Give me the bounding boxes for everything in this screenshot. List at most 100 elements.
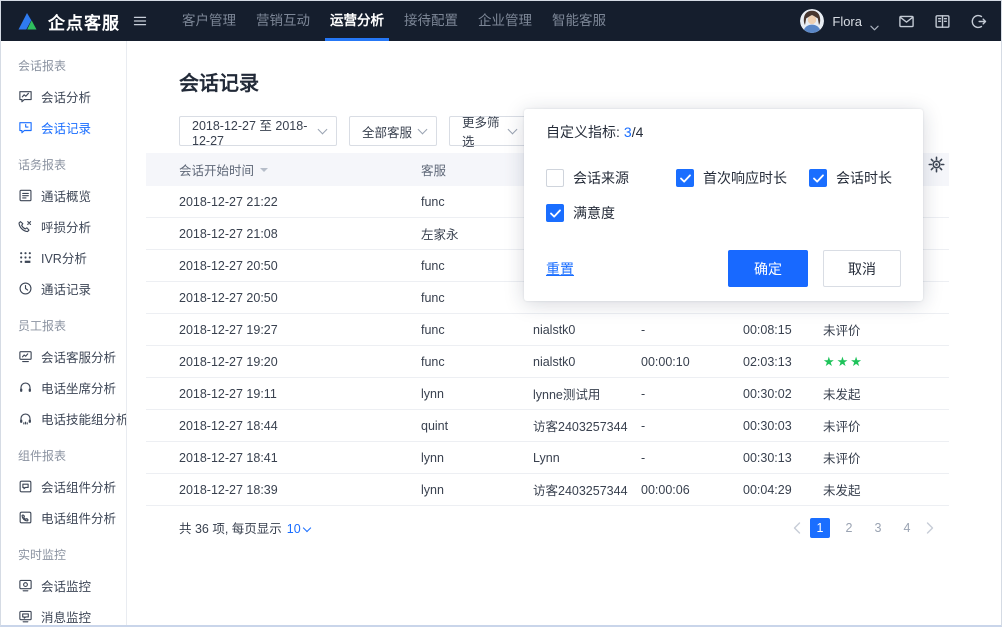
pagination: 1234 — [793, 518, 934, 538]
page-number-3[interactable]: 3 — [868, 518, 888, 538]
sidebar-item[interactable]: 呼损分析 — [1, 211, 126, 242]
nav-item-4[interactable]: 接待配置 — [397, 1, 465, 41]
column-header-start-time[interactable]: 会话开始时间 — [146, 160, 421, 179]
checkbox-checked-icon[interactable] — [676, 169, 694, 187]
table-cell: func — [421, 323, 533, 337]
metric-checkbox-item[interactable]: 满意度 — [546, 203, 676, 223]
sidebar-item-label: 会话记录 — [41, 118, 91, 137]
ivr-icon — [18, 250, 33, 265]
checkbox-unchecked-icon[interactable] — [546, 169, 564, 187]
sidebar-item[interactable]: 电话技能组分析 — [1, 403, 126, 434]
nav-item-5[interactable]: 企业管理 — [471, 1, 539, 41]
avatar — [800, 9, 824, 33]
table-footer: 共 36 项, 每页显示10 1234 — [146, 506, 949, 549]
metric-checkbox-label: 会话来源 — [573, 168, 629, 188]
table-cell: 2018-12-27 21:08 — [146, 227, 421, 241]
table-cell: - — [641, 451, 743, 465]
logout-icon[interactable] — [970, 13, 987, 30]
sidebar-item[interactable]: 会话分析 — [1, 81, 126, 112]
table-cell: 2018-12-27 19:11 — [146, 387, 421, 401]
sidebar-item[interactable]: 通话记录 — [1, 273, 126, 304]
table-cell: Lynn — [533, 451, 641, 465]
table-cell: - — [641, 419, 743, 433]
chevron-down-icon[interactable] — [302, 524, 310, 532]
popover-footer: 重置 确定 取消 — [546, 250, 901, 287]
table-cell: 2018-12-27 20:50 — [146, 291, 421, 305]
table-cell: lynn — [421, 387, 533, 401]
checkbox-checked-icon[interactable] — [809, 169, 827, 187]
sidebar-item-label: 通话概览 — [41, 186, 91, 205]
table-row: 2018-12-27 18:44quint访客2403257344-00:30:… — [146, 410, 949, 442]
agent-select-value: 全部客服 — [362, 122, 412, 141]
metric-checkbox-label: 满意度 — [573, 203, 615, 223]
table-cell: 00:30:02 — [743, 387, 823, 401]
reset-link[interactable]: 重置 — [546, 259, 574, 279]
metric-checkbox-item[interactable]: 会话来源 — [546, 168, 676, 188]
nav-item-3[interactable]: 运营分析 — [323, 1, 391, 41]
next-page-icon[interactable] — [926, 522, 934, 534]
page-number-2[interactable]: 2 — [839, 518, 859, 538]
table-cell: func — [421, 355, 533, 369]
sidebar-item[interactable]: 通话概览 — [1, 180, 126, 211]
address-book-icon[interactable] — [934, 13, 951, 30]
message-monitor-icon — [18, 609, 33, 624]
metric-checkbox-item[interactable]: 会话时长 — [809, 168, 892, 188]
metric-checkbox-item[interactable]: 首次响应时长 — [676, 168, 809, 188]
table-cell: 00:00:06 — [641, 483, 743, 497]
mail-icon[interactable] — [898, 13, 915, 30]
phone-component-icon — [18, 510, 33, 525]
sidebar-section-title: 员工报表 — [1, 304, 126, 341]
table-cell: 2018-12-27 21:22 — [146, 195, 421, 209]
table-cell: - — [641, 323, 743, 337]
sidebar-item[interactable]: 消息监控 — [1, 601, 126, 626]
table-cell: - — [641, 387, 743, 401]
column-settings-gear-icon[interactable] — [928, 156, 945, 173]
sidebar-item[interactable]: 会话组件分析 — [1, 471, 126, 502]
satisfaction-cell: 未发起 — [823, 480, 949, 499]
sidebar-section-title: 组件报表 — [1, 434, 126, 471]
sidebar-item[interactable]: IVR分析 — [1, 242, 126, 273]
sidebar-section: 话务报表通话概览呼损分析IVR分析通话记录 — [1, 143, 126, 304]
table-cell: func — [421, 291, 533, 305]
nav-item-2[interactable]: 营销互动 — [249, 1, 317, 41]
sidebar-item[interactable]: 会话客服分析 — [1, 341, 126, 372]
chat-agent-icon — [18, 349, 33, 364]
page-number-1[interactable]: 1 — [810, 518, 830, 538]
sidebar-item[interactable]: 会话监控 — [1, 570, 126, 601]
sidebar-item[interactable]: 会话记录 — [1, 112, 126, 143]
table-cell: 2018-12-27 20:50 — [146, 259, 421, 273]
table-cell: 00:04:29 — [743, 483, 823, 497]
popover-title: 自定义指标:3/4 — [546, 122, 901, 142]
column-header-label: 会话开始时间 — [179, 160, 254, 179]
nav-item-1[interactable]: 客户管理 — [175, 1, 243, 41]
app-logo[interactable]: 企点客服 — [17, 9, 120, 34]
sidebar-section: 员工报表会话客服分析电话坐席分析电话技能组分析 — [1, 304, 126, 434]
sidebar-item[interactable]: 电话组件分析 — [1, 502, 126, 533]
satisfaction-stars: ★★★ — [823, 354, 864, 369]
chevron-down-icon — [870, 18, 879, 24]
table-cell: 02:03:13 — [743, 355, 823, 369]
date-range-select[interactable]: 2018-12-27 至 2018-12-27 — [179, 116, 337, 146]
previous-page-icon[interactable] — [793, 522, 801, 534]
user-menu[interactable]: Flora — [800, 9, 879, 33]
nav-item-6[interactable]: 智能客服 — [545, 1, 613, 41]
checkbox-checked-icon[interactable] — [546, 204, 564, 222]
confirm-button[interactable]: 确定 — [728, 250, 808, 287]
sidebar-item[interactable]: 电话坐席分析 — [1, 372, 126, 403]
sidebar-item-label: 会话监控 — [41, 576, 91, 595]
page-number-4[interactable]: 4 — [897, 518, 917, 538]
cancel-button[interactable]: 取消 — [823, 250, 901, 287]
sidebar-item-label: 电话技能组分析 — [41, 409, 127, 428]
more-filters-select[interactable]: 更多筛选 — [449, 116, 527, 146]
table-cell: 2018-12-27 19:27 — [146, 323, 421, 337]
chevron-down-icon — [418, 125, 428, 135]
table-cell: lynn — [421, 483, 533, 497]
hamburger-menu-icon[interactable] — [132, 13, 148, 29]
table-cell: 2018-12-27 18:41 — [146, 451, 421, 465]
page-size-select[interactable]: 10 — [287, 522, 301, 536]
agent-select[interactable]: 全部客服 — [349, 116, 437, 146]
table-cell: nialstk0 — [533, 323, 641, 337]
table-cell: 00:30:13 — [743, 451, 823, 465]
table-cell: 00:08:15 — [743, 323, 823, 337]
sidebar-item-label: 会话组件分析 — [41, 477, 116, 496]
